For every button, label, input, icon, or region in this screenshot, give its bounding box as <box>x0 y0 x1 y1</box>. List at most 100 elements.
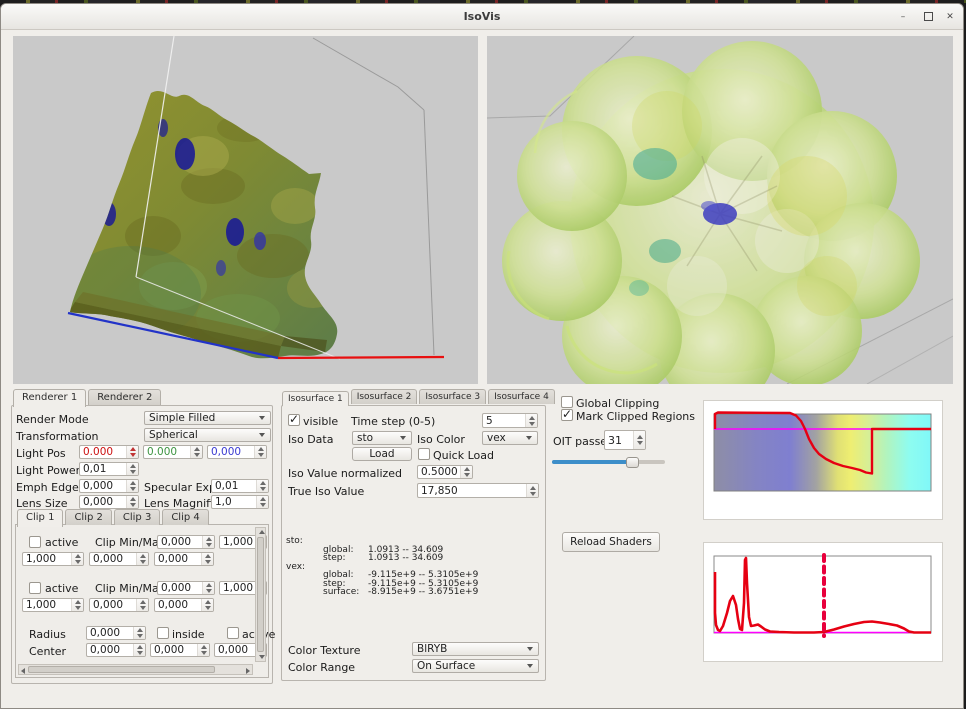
clip2-spin-a[interactable]: 1,000 <box>22 598 84 612</box>
iso-data-select[interactable]: sto <box>352 431 412 445</box>
clip2-active-checkbox[interactable] <box>29 582 41 594</box>
mark-clipped-checkbox[interactable] <box>561 409 573 421</box>
clip2-active-label: active <box>45 582 78 595</box>
isosurface-tabs: Isosurface 1 Isosurface 2 Isosurface 3 I… <box>282 389 557 404</box>
tab-renderer-1[interactable]: Renderer 1 <box>13 389 86 407</box>
radius-label: Radius <box>29 628 66 641</box>
spinner-arrows-icon[interactable] <box>126 480 138 492</box>
clip1-spin-c[interactable]: 0,000 <box>154 552 214 566</box>
clip1-active-checkbox[interactable] <box>29 536 41 548</box>
spinner-arrows-icon[interactable] <box>526 484 538 497</box>
clip1-spin-b[interactable]: 0,000 <box>89 552 149 566</box>
visible-checkbox[interactable] <box>288 414 300 426</box>
reload-shaders-button[interactable]: Reload Shaders <box>562 532 660 552</box>
oit-slider-handle[interactable] <box>626 457 639 468</box>
clip1-minmax-label: Clip Min/Max <box>95 536 165 549</box>
clip2-spin-b[interactable]: 0,000 <box>89 598 149 612</box>
oit-passes-spin[interactable]: 31 <box>604 430 646 450</box>
spinner-arrows-icon[interactable] <box>133 644 145 656</box>
quick-load-checkbox[interactable] <box>418 448 430 460</box>
spinner-arrows-icon[interactable] <box>190 446 202 458</box>
spinner-arrows-icon[interactable] <box>525 414 537 427</box>
combo-value: Simple Filled <box>149 412 215 424</box>
tab-isosurface-3[interactable]: Isosurface 3 <box>419 389 486 404</box>
transformation-select[interactable]: Spherical <box>144 428 271 442</box>
time-step-spin[interactable]: 5 <box>482 413 538 428</box>
emph-edge-spin[interactable]: 0,000 <box>79 479 139 493</box>
light-pos-x-spin[interactable]: 0.000 <box>79 445 139 459</box>
tab-clip-3[interactable]: Clip 3 <box>114 509 160 525</box>
lens-size-spin[interactable]: 0,000 <box>79 495 139 509</box>
iso-value-spin[interactable]: 0.5000 <box>417 465 473 479</box>
spinner-arrows-icon[interactable] <box>71 599 83 611</box>
spinner-arrows-icon[interactable] <box>256 496 268 508</box>
light-power-spin[interactable]: 0,01 <box>79 462 139 476</box>
light-pos-y-spin[interactable]: 0.000 <box>143 445 203 459</box>
lens-magnific-spin[interactable]: 1,0 <box>211 495 269 509</box>
tab-isosurface-2[interactable]: Isosurface 2 <box>351 389 418 404</box>
spinner-arrows-icon[interactable] <box>633 431 645 449</box>
viewport-left-3d[interactable] <box>13 36 478 384</box>
load-button[interactable]: Load <box>352 447 412 461</box>
scroll-thumb[interactable] <box>257 537 264 652</box>
oit-slider[interactable] <box>552 457 665 468</box>
dropdown-arrow-icon <box>400 436 406 440</box>
true-iso-spin[interactable]: 17,850 <box>417 483 539 498</box>
center-x-spin[interactable]: 0,000 <box>86 643 146 657</box>
spinner-arrows-icon[interactable] <box>136 599 148 611</box>
tab-clip-4[interactable]: Clip 4 <box>162 509 208 525</box>
clip-vertical-scrollbar[interactable] <box>255 527 266 662</box>
minimize-button[interactable]: – <box>895 9 911 24</box>
spinner-arrows-icon[interactable] <box>201 553 213 565</box>
spinner-arrows-icon[interactable] <box>136 553 148 565</box>
tab-isosurface-1[interactable]: Isosurface 1 <box>282 391 349 406</box>
tab-clip-2[interactable]: Clip 2 <box>65 509 111 525</box>
spinner-arrows-icon[interactable] <box>197 644 209 656</box>
quick-load-label: Quick Load <box>433 449 494 462</box>
scroll-thumb[interactable] <box>28 666 215 673</box>
inside-label: inside <box>172 628 205 641</box>
tab-isosurface-4[interactable]: Isosurface 4 <box>488 389 555 404</box>
clip2-min-spin[interactable]: 0,000 <box>157 581 215 595</box>
spinner-arrows-icon[interactable] <box>201 599 213 611</box>
render-mode-select[interactable]: Simple Filled <box>144 411 271 425</box>
dropdown-arrow-icon <box>527 647 533 651</box>
tab-clip-1[interactable]: Clip 1 <box>17 509 63 527</box>
maximize-button[interactable] <box>920 9 936 24</box>
spinner-arrows-icon[interactable] <box>256 480 268 492</box>
sphere-active-checkbox[interactable] <box>227 627 239 639</box>
clip1-spin-a[interactable]: 1,000 <box>22 552 84 566</box>
tab-renderer-2[interactable]: Renderer 2 <box>88 389 161 405</box>
inside-checkbox[interactable] <box>157 627 169 639</box>
light-pos-label: Light Pos <box>16 447 66 460</box>
close-button[interactable]: ✕ <box>942 9 958 24</box>
spinner-arrows-icon[interactable] <box>126 446 138 458</box>
titlebar[interactable]: IsoVis – ✕ <box>1 4 963 30</box>
specular-exp-spin[interactable]: 0,01 <box>211 479 269 493</box>
specular-exp-label: Specular Exp <box>144 481 216 494</box>
spinner-arrows-icon[interactable] <box>133 627 145 639</box>
center-y-spin[interactable]: 0,000 <box>150 643 210 657</box>
spinner-arrows-icon[interactable] <box>254 446 266 458</box>
radius-spin[interactable]: 0,000 <box>86 626 146 640</box>
spinner-arrows-icon[interactable] <box>460 466 472 478</box>
spinner-arrows-icon[interactable] <box>126 463 138 475</box>
spinner-arrows-icon[interactable] <box>71 553 83 565</box>
spinner-arrows-icon[interactable] <box>202 536 214 548</box>
clip1-min-spin[interactable]: 0,000 <box>157 535 215 549</box>
clip-horizontal-scrollbar[interactable] <box>18 664 253 675</box>
light-power-label: Light Power <box>16 464 80 477</box>
color-texture-select[interactable]: BlRYB <box>412 642 539 656</box>
histogram-widget[interactable] <box>703 542 943 662</box>
renderer-panel: Renderer 1 Renderer 2 Render Mode Simple… <box>11 389 273 684</box>
iso-color-select[interactable]: vex <box>482 431 538 445</box>
clip1-active-label: active <box>45 536 78 549</box>
clip2-spin-c[interactable]: 0,000 <box>154 598 214 612</box>
color-range-select[interactable]: On Surface <box>412 659 539 673</box>
combo-value: Spherical <box>149 429 198 441</box>
light-pos-z-spin[interactable]: 0,000 <box>207 445 267 459</box>
viewport-right-3d[interactable] <box>487 36 953 384</box>
transfer-function-editor[interactable] <box>703 400 943 520</box>
spinner-arrows-icon[interactable] <box>202 582 214 594</box>
spinner-arrows-icon[interactable] <box>126 496 138 508</box>
